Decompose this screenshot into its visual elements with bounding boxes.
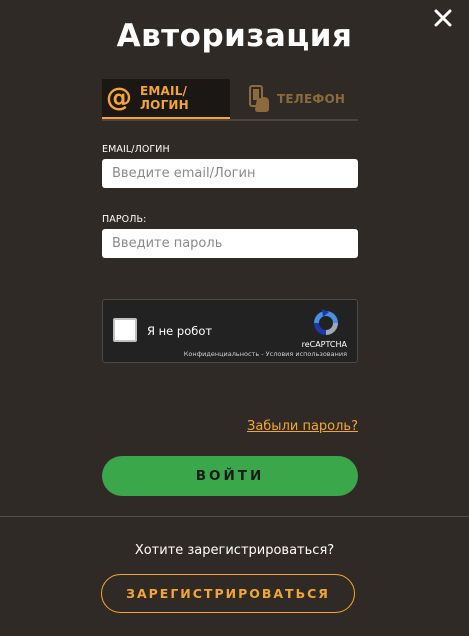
recaptcha-privacy-link[interactable]: Конфиденциальность: [184, 350, 259, 358]
recaptcha-links: Конфиденциальность - Условия использован…: [184, 350, 347, 358]
divider: [0, 516, 469, 517]
forgot-password-link[interactable]: Забыли пароль?: [247, 419, 358, 434]
email-field-label: EMAIL/ЛОГИН: [102, 144, 170, 155]
phone-hand-icon: [249, 85, 269, 112]
login-modal: Авторизация @ EMAIL/ЛОГИН ТЕЛЕФОН EMAIL/…: [0, 0, 469, 636]
email-input[interactable]: [102, 159, 358, 188]
login-method-tabs: @ EMAIL/ЛОГИН ТЕЛЕФОН: [102, 79, 358, 121]
recaptcha-terms-link[interactable]: Условия использования: [266, 350, 347, 358]
recaptcha-logo-icon: [314, 309, 338, 335]
tab-phone-label: ТЕЛЕФОН: [277, 92, 346, 106]
register-button[interactable]: ЗАРЕГИСТРИРОВАТЬСЯ: [101, 574, 355, 613]
password-input[interactable]: [102, 229, 358, 258]
recaptcha-brand: reCAPTCHA: [301, 340, 347, 349]
modal-title: Авторизация: [116, 18, 353, 54]
password-field-label: ПАРОЛЬ:: [102, 214, 147, 225]
register-prompt: Хотите зарегистрироваться?: [134, 543, 335, 558]
recaptcha-checkbox[interactable]: [113, 318, 137, 342]
tab-email-login[interactable]: @ EMAIL/ЛОГИН: [102, 79, 230, 119]
recaptcha-label: Я не робот: [147, 324, 213, 338]
login-button[interactable]: ВОЙТИ: [102, 456, 358, 496]
tab-email-label: EMAIL/ЛОГИН: [140, 84, 189, 112]
recaptcha-widget: Я не робот reCAPTCHA Конфиденциальность …: [102, 299, 358, 363]
tab-phone[interactable]: ТЕЛЕФОН: [247, 79, 358, 119]
at-icon: @: [106, 83, 132, 113]
